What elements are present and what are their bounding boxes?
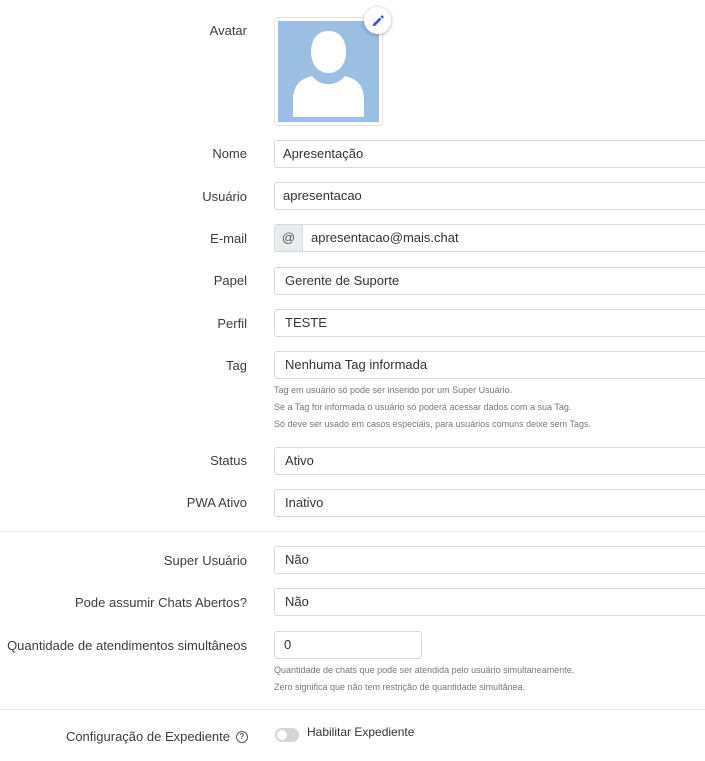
email-label: E-mail [210,231,247,246]
email-field[interactable]: @ apresentacao@mais.chat [274,224,705,252]
usuario-input[interactable]: apresentacao [274,182,705,210]
pwa-select[interactable]: Inativo [274,489,705,517]
papel-label: Papel [213,273,247,288]
super-usuario-label: Super Usuário [163,553,247,568]
status-select[interactable]: Ativo [274,447,705,475]
tag-help-line: Se a Tag for informada o usuário só pode… [274,402,572,412]
tag-help-line: Só deve ser usado em casos especiais, pa… [274,419,591,429]
perfil-label: Perfil [217,316,247,331]
chats-abertos-select[interactable]: Não [274,588,705,616]
atendimentos-input[interactable]: 0 [274,631,422,659]
nome-label: Nome [212,146,247,161]
tag-help-line: Tag em usuário só pode ser inserido por … [274,385,513,395]
user-silhouette-icon [293,31,364,117]
atendimentos-help-line: Quantidade de chats que pode ser atendid… [274,665,575,675]
toggle-knob [277,730,287,740]
pwa-label: PWA Ativo [186,495,247,510]
chats-abertos-label: Pode assumir Chats Abertos? [75,595,247,610]
papel-select[interactable]: Gerente de Suporte [274,267,705,295]
expediente-toggle-label[interactable]: Habilitar Expediente [307,725,414,739]
atendimentos-help-line: Zero significa que não tem restrição de … [274,682,526,692]
avatar[interactable] [274,17,383,126]
question-circle-icon[interactable]: ? [236,731,248,743]
avatar-label: Avatar [209,23,247,38]
perfil-select[interactable]: TESTE [274,309,705,337]
email-input[interactable]: apresentacao@mais.chat [303,225,459,251]
pencil-icon [372,14,384,26]
edit-avatar-button[interactable] [364,7,391,34]
section-divider [0,709,705,710]
section-divider [0,531,705,532]
expediente-label: Configuração de Expediente [65,729,230,744]
usuario-label: Usuário [202,189,247,204]
super-usuario-select[interactable]: Não [274,546,705,574]
tag-label: Tag [226,358,247,373]
atendimentos-label: Quantidade de atendimentos simultâneos [7,638,247,653]
status-label: Status [210,453,247,468]
expediente-toggle[interactable] [275,728,299,742]
nome-input[interactable]: Apresentação [274,140,705,168]
at-sign-addon: @ [275,225,303,251]
tag-select[interactable]: Nenhuma Tag informada [274,351,705,379]
